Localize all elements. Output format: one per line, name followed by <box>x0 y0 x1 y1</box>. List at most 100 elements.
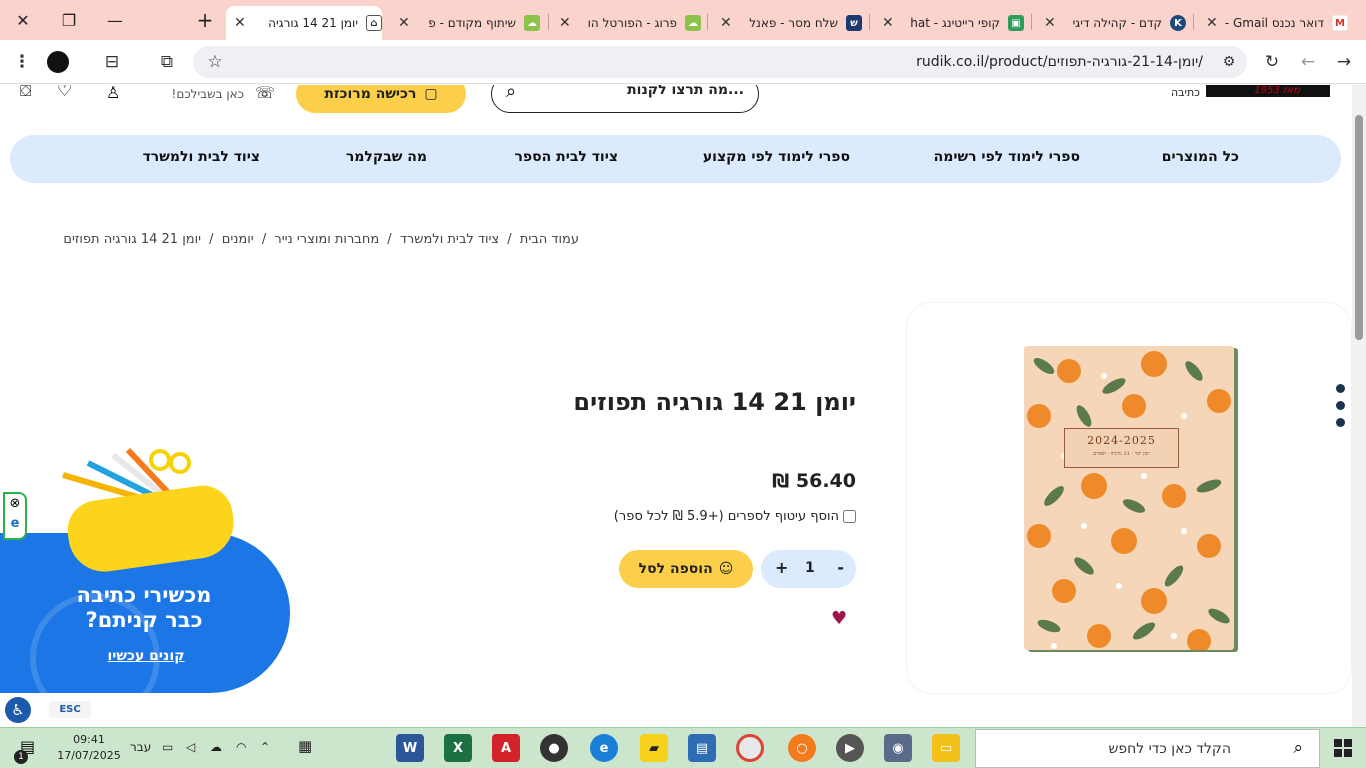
close-tab-icon[interactable]: ✕ <box>398 15 410 31</box>
keyboard-icon[interactable]: ▦ <box>298 737 312 755</box>
book-wrap-option[interactable]: הוסף עיטוף לספרים (+5.9 ₪ לכל ספר) <box>614 509 856 524</box>
tab-gmail[interactable]: M דואר נכנס Gmail - ✕ <box>1198 6 1348 40</box>
nav-school-supplies[interactable]: ציוד לבית הספר <box>514 149 618 165</box>
search-input[interactable]: מה תרצו לקנות... <box>627 85 744 98</box>
search-app-icon[interactable]: ○ <box>788 734 816 762</box>
cover-label: 2024-2025 יומן יומי · 21 גורגיה · תפוזים <box>1064 428 1179 468</box>
image-dot-1[interactable] <box>1336 384 1345 393</box>
volume-icon[interactable]: ◁ <box>186 740 195 754</box>
remote-desktop-icon[interactable]: ▤ <box>688 734 716 762</box>
tab-prog[interactable]: ☁ פרוג - הפורטל הו ✕ <box>551 6 701 40</box>
camera-icon[interactable]: ◉ <box>884 734 912 762</box>
close-tab-icon[interactable]: ✕ <box>1206 15 1218 31</box>
taskbar-search-input[interactable]: הקלד כאן כדי לחפש <box>1108 741 1231 757</box>
media-player-icon[interactable]: ▶ <box>836 734 864 762</box>
close-tab-icon[interactable]: ✕ <box>559 15 571 31</box>
file-explorer-icon[interactable]: ▭ <box>932 734 960 762</box>
breadcrumb-home-office[interactable]: ציוד לבית ולמשרד <box>400 232 499 247</box>
add-to-cart-button[interactable]: ☺ הוספה לסל <box>619 550 753 588</box>
network-icon[interactable]: ☁ <box>210 740 222 754</box>
tab-title: קופי רייטינג - hat <box>910 16 1000 30</box>
bookmark-star-icon[interactable]: ☆ <box>203 50 227 74</box>
esc-button[interactable]: ESC <box>49 701 91 718</box>
accessibility-icon[interactable]: ♿ <box>5 697 31 723</box>
tab-copy[interactable]: ▣ קופי רייטינג - hat ✕ <box>874 6 1024 40</box>
user-icon[interactable]: ♙ <box>106 85 120 102</box>
extensions-icon[interactable]: ⧉ <box>155 50 179 74</box>
close-window-icon[interactable]: ✕ <box>0 0 46 40</box>
tray-chevron-icon[interactable]: ⌃ <box>260 740 270 754</box>
close-widget-icon[interactable]: ⊗ <box>5 494 25 514</box>
breadcrumb-diaries[interactable]: יומנים <box>222 232 254 247</box>
close-tab-icon[interactable]: ✕ <box>882 15 894 31</box>
tab-separator <box>548 14 549 30</box>
shin-icon: ש <box>846 15 862 31</box>
tab-shituf[interactable]: ☁ שיתוף מקודם - פ ✕ <box>390 6 540 40</box>
reading-list-icon[interactable]: ⊟ <box>100 50 124 74</box>
tab-active-product[interactable]: ⌂ יומן 21 14 גורגיה ✕ <box>226 6 382 40</box>
quick-buy-button[interactable]: ▢ רכישה מרוכזת <box>296 85 466 113</box>
close-tab-icon[interactable]: ✕ <box>720 15 732 31</box>
cloud-green-icon: ☁ <box>524 15 540 31</box>
chrome-icon[interactable] <box>736 734 764 762</box>
minimize-window-icon[interactable]: — <box>92 0 138 40</box>
url-text[interactable]: rudik.co.il/product/יומן-21-14-גורגיה-תפ… <box>916 54 1203 70</box>
notification-badge: 1 <box>14 750 28 764</box>
profile-avatar-icon[interactable] <box>46 50 70 74</box>
image-dot-2[interactable] <box>1336 401 1345 410</box>
e-widget-icon[interactable]: e <box>5 514 25 534</box>
restore-window-icon[interactable]: ❐ <box>46 0 92 40</box>
sticky-notes-icon[interactable]: ▰ <box>640 734 668 762</box>
nav-books-by-list[interactable]: ספרי לימוד לפי רשימה <box>934 149 1080 165</box>
wishlist-heart-icon[interactable]: ♥ <box>831 608 847 629</box>
tab-kedem[interactable]: K קדם - קהילה דיגי ✕ <box>1036 6 1186 40</box>
breadcrumb-notebooks[interactable]: מחברות ומוצרי נייר <box>274 232 379 247</box>
cart-icon[interactable]: ⛋ <box>20 85 31 100</box>
promo-cta-link[interactable]: קונים עכשיו <box>104 648 188 664</box>
windows-start-icon[interactable] <box>1320 728 1366 768</box>
tab-shalach[interactable]: ש שלח מסר - פאנל ✕ <box>712 6 862 40</box>
close-tab-icon[interactable]: ✕ <box>1044 15 1056 31</box>
contact-phone[interactable]: 03-627 כאן בשבילכם! <box>148 85 244 101</box>
wifi-icon[interactable]: ◠ <box>236 740 246 754</box>
nav-all-products[interactable]: כל המוצרים <box>1162 149 1239 165</box>
book-wrap-checkbox[interactable] <box>843 510 856 523</box>
battery-icon[interactable]: ▭ <box>162 740 173 754</box>
language-indicator[interactable]: עבר <box>130 740 151 754</box>
web-page: מאז 1953 כתיבה מה תרצו לקנות... ⌕ ▢ רכיש… <box>0 85 1352 727</box>
taskbar-search[interactable]: הקלד כאן כדי לחפש ⌕ <box>975 729 1320 768</box>
back-icon[interactable]: ← <box>1296 50 1320 74</box>
breadcrumb-current: יומן 21 14 גורגיה תפוזים <box>63 232 202 247</box>
nav-pencil-case[interactable]: מה שבקלמר <box>346 149 427 165</box>
nav-books-by-subject[interactable]: ספרי לימוד לפי מקצוע <box>703 149 850 165</box>
search-box[interactable]: מה תרצו לקנות... ⌕ <box>491 85 759 113</box>
close-tab-icon[interactable]: ✕ <box>234 15 246 31</box>
edge-icon[interactable]: e <box>590 734 618 762</box>
search-icon[interactable]: ⌕ <box>506 85 516 102</box>
wishlist-heart-icon[interactable]: ♡ <box>57 85 72 101</box>
address-bar[interactable]: ☆ rudik.co.il/product/יומן-21-14-גורגיה-… <box>193 46 1247 78</box>
phone-icon: ☏ <box>255 85 276 102</box>
breadcrumb-home[interactable]: עמוד הבית <box>520 232 579 247</box>
clock[interactable]: 09:41 17/07/2025 <box>57 732 121 764</box>
menu-kebab-icon[interactable]: ⋮ <box>10 50 34 74</box>
main-nav: כל המוצרים ספרי לימוד לפי רשימה ספרי לימ… <box>10 135 1341 183</box>
acrobat-icon[interactable]: A <box>492 734 520 762</box>
nav-home-office[interactable]: ציוד לבית ולמשרד <box>143 149 260 165</box>
excel-icon[interactable]: X <box>444 734 472 762</box>
image-dot-3[interactable] <box>1336 418 1345 427</box>
product-image[interactable]: 2024-2025 יומן יומי · 21 גורגיה · תפוזים <box>1024 346 1234 650</box>
games-icon[interactable]: ● <box>540 734 568 762</box>
forward-icon[interactable]: → <box>1332 50 1356 74</box>
qty-plus-button[interactable]: + <box>775 558 788 577</box>
reload-icon[interactable]: ↻ <box>1260 50 1284 74</box>
tab-title: יומן 21 14 גורגיה <box>268 16 358 30</box>
scrollbar-thumb[interactable] <box>1355 115 1363 340</box>
site-info-icon[interactable]: ⚙ <box>1217 50 1241 74</box>
new-tab-icon[interactable]: + <box>182 0 228 40</box>
qty-minus-button[interactable]: - <box>837 558 844 577</box>
page-scrollbar[interactable] <box>1352 85 1366 727</box>
qty-value[interactable]: 1 <box>805 560 815 576</box>
site-logo[interactable]: מאז 1953 כתיבה <box>1171 85 1330 109</box>
word-icon[interactable]: W <box>396 734 424 762</box>
